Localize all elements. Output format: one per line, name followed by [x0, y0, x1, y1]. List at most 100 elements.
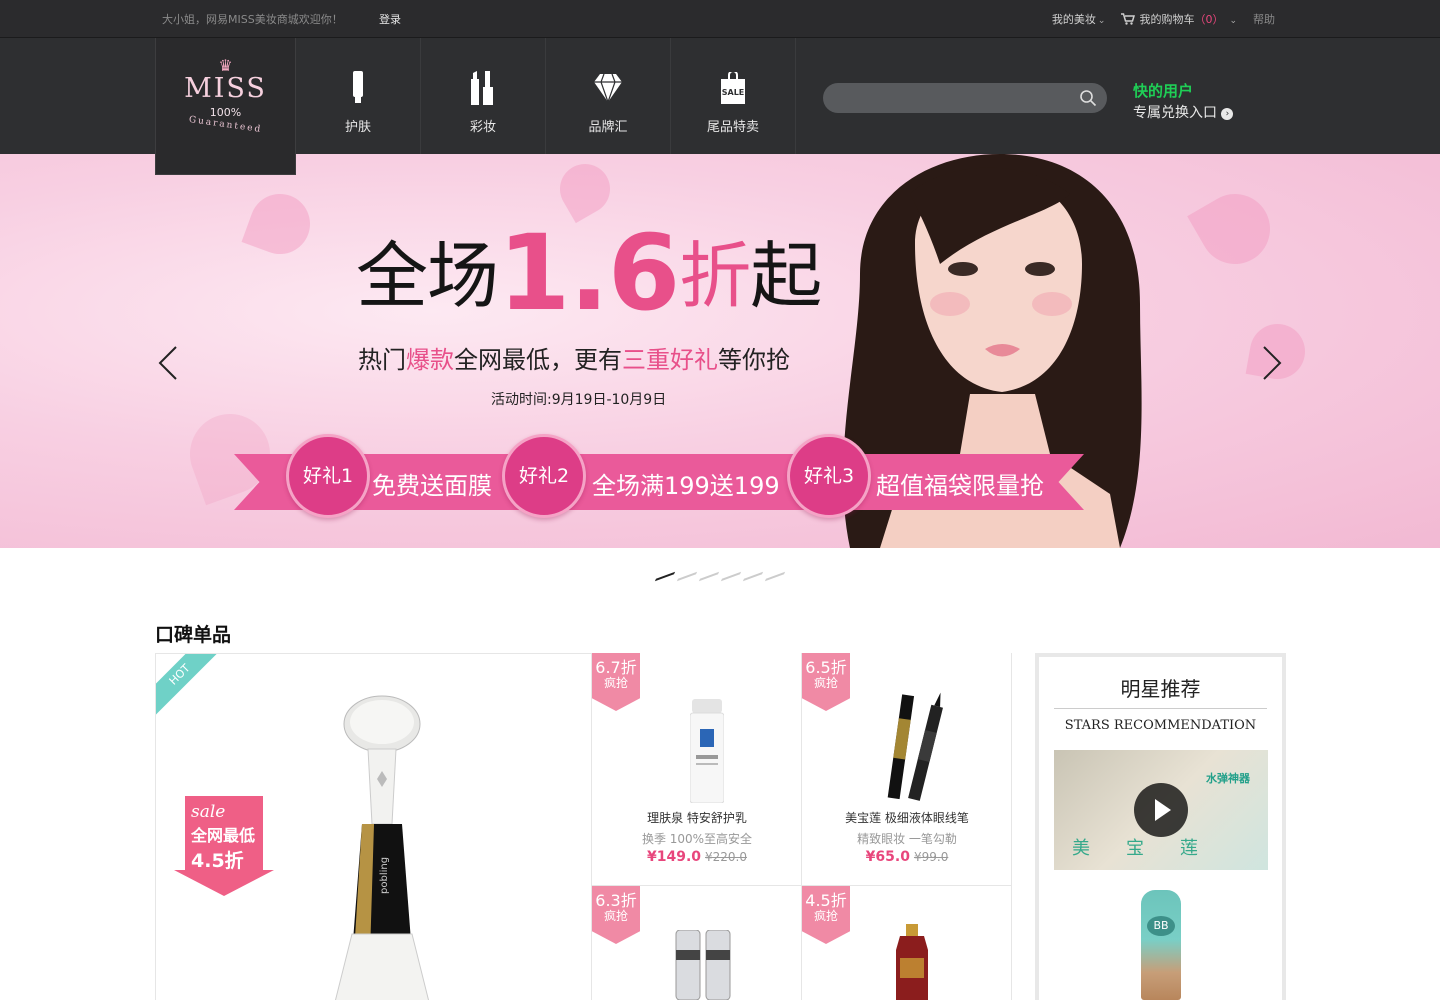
banner-headline: 全场1.6折起 — [356, 212, 822, 334]
video-brand: 美宝莲 — [1072, 838, 1234, 859]
headline-post: 起 — [750, 234, 822, 318]
product-image — [896, 924, 928, 1000]
sale-badge: sale 全网最低 4.5折 — [174, 796, 274, 896]
product-image — [872, 683, 962, 803]
sale-bag-icon: SALE — [671, 70, 795, 106]
gift-badge: 好礼3 — [787, 434, 871, 518]
cart-count: （0） — [1194, 13, 1224, 26]
nav-item-outlet[interactable]: SALE 尾品特卖 — [671, 38, 796, 154]
product-price: ¥149.0 ¥220.0 — [592, 849, 802, 865]
product-desc: 换季 100%至高安全 — [641, 832, 753, 846]
stars-title-en: STARS RECOMMENDATION — [1064, 718, 1257, 733]
price-now: ¥149.0 — [646, 849, 702, 865]
slide-dot[interactable] — [720, 571, 742, 581]
sub-part: 热门 — [358, 346, 406, 374]
discount-value: 6.5折 — [805, 658, 847, 677]
stars-title-cn: 明星推荐 — [1120, 677, 1201, 701]
help-link[interactable]: 帮助 — [1253, 11, 1275, 27]
nav-label: 尾品特卖 — [706, 120, 759, 135]
login-link[interactable]: 登录 — [379, 11, 401, 27]
nav-item-skincare[interactable]: 护肤 — [296, 38, 421, 154]
banner-next-arrow[interactable] — [1262, 344, 1282, 390]
sale-line2: 4.5折 — [191, 850, 244, 872]
gift-text: 全场满199送199 — [592, 472, 780, 500]
discount-tag: 6.7折 疯抢 — [592, 653, 640, 711]
product-card[interactable]: 6.7折 疯抢 理肤泉 特安舒护乳 换季 100%至高安全 ¥149.0 ¥220.… — [592, 653, 802, 886]
section-title: 口碑单品 — [155, 624, 232, 646]
sale-line1: 全网最低 — [191, 826, 256, 845]
diamond-icon — [546, 70, 670, 106]
discount-label: 疯抢 — [813, 676, 838, 690]
discount-label: 疯抢 — [813, 909, 838, 923]
product-card[interactable]: 4.5折 疯抢 — [802, 886, 1012, 1000]
product-card[interactable]: 6.3折 疯抢 — [592, 886, 802, 1000]
product-name: 理肤泉 特安舒护乳 — [647, 811, 747, 825]
chevron-down-icon: ⌄ — [1097, 16, 1106, 26]
nav-item-makeup[interactable]: 彩妆 — [421, 38, 546, 154]
bottle-icon — [296, 70, 420, 106]
svg-text:pobling: pobling — [379, 857, 390, 894]
price-old: ¥220.0 — [705, 850, 748, 864]
slide-dot[interactable] — [764, 571, 786, 581]
cart-link[interactable]: 我的购物车（0） ⌄ — [1121, 11, 1237, 27]
nav-label: 彩妆 — [469, 120, 496, 135]
product-image — [662, 683, 752, 803]
header: ♛ MISS 100% Guaranteed 护肤 彩妆 品牌汇 SALE 尾品… — [0, 38, 1440, 175]
my-beauty-label: 我的美妆 — [1051, 13, 1096, 26]
nav-label: 护肤 — [344, 120, 371, 135]
headline-pre: 全场 — [356, 234, 499, 318]
play-icon[interactable] — [1134, 783, 1188, 837]
divider — [1054, 708, 1267, 709]
gift-ribbon: 好礼1 免费送面膜 好礼2 全场满199送199 好礼3 超值福袋限量抢 — [234, 434, 1084, 518]
my-beauty-menu[interactable]: 我的美妆 ⌄ — [1052, 11, 1106, 27]
featured-product[interactable]: HOT sale 全网最低 4.5折 pobling — [155, 653, 592, 1000]
kuaidi-promo-link[interactable]: 快的用户 专属兑换入口 › — [1133, 80, 1234, 122]
petal-decoration — [241, 185, 319, 263]
gift-text: 超值福袋限量抢 — [876, 472, 1044, 500]
chevron-right-icon: › — [1221, 108, 1234, 120]
bb-cream-image[interactable]: BB — [1141, 890, 1181, 1000]
gift-badge: 好礼1 — [286, 434, 370, 518]
product-grid: HOT sale 全网最低 4.5折 pobling 6.7折 疯抢 理肤泉 特… — [155, 653, 1286, 1000]
slide-dot[interactable] — [698, 571, 720, 581]
logo-name: MISS — [184, 73, 267, 104]
product-desc: 精致眼妆 一笔勾勒 — [857, 832, 957, 846]
gift-text: 免费送面膜 — [372, 472, 492, 500]
headline-mid: 折 — [679, 234, 751, 318]
discount-value: 6.3折 — [595, 891, 637, 910]
bb-label: BB — [1147, 916, 1175, 936]
slide-dot[interactable] — [676, 571, 698, 581]
gift-badge: 好礼2 — [502, 434, 586, 518]
top-right-links: 我的美妆 ⌄ 我的购物车（0） ⌄ 帮助 — [1052, 11, 1275, 27]
promo-subtitle: 专属兑换入口 — [1133, 105, 1217, 121]
banner-prev-arrow[interactable] — [158, 344, 178, 390]
nav-item-brands[interactable]: 品牌汇 — [546, 38, 671, 154]
video-thumbnail[interactable]: 水弹神器 美宝莲 — [1054, 750, 1268, 870]
top-bar: 大小姐，网易MISS美妆商城欢迎你！ 登录 我的美妆 ⌄ 我的购物车（0） ⌄ 帮助 — [0, 0, 1440, 38]
site-logo[interactable]: ♛ MISS 100% Guaranteed — [155, 38, 296, 175]
welcome-text: 大小姐，网易MISS美妆商城欢迎你！ — [162, 13, 343, 26]
discount-tag: 6.5折 疯抢 — [802, 653, 850, 711]
search-icon[interactable] — [1079, 89, 1097, 111]
svg-text:SALE: SALE — [722, 88, 745, 97]
price-now: ¥65.0 — [865, 849, 910, 865]
product-image — [675, 930, 731, 1000]
slide-indicators — [0, 548, 1440, 604]
product-price: ¥65.0 ¥99.0 — [802, 849, 1012, 865]
hero-banner[interactable]: 全场1.6折起 热门爆款全网最低，更有三重好礼等你抢 活动时间:9月19日-10… — [0, 154, 1440, 548]
discount-tag: 4.5折 疯抢 — [802, 886, 850, 944]
discount-tag: 6.3折 疯抢 — [592, 886, 640, 944]
product-card[interactable]: 6.5折 疯抢 美宝莲 极细液体眼线笔 精致眼妆 一笔勾勒 ¥65.0 ¥99.0 — [802, 653, 1012, 886]
cleansing-brush-image: pobling — [334, 695, 430, 1000]
slide-dot[interactable] — [654, 571, 676, 581]
sub-part: 爆款 — [406, 346, 454, 374]
discount-value: 4.5折 — [805, 891, 847, 910]
sub-part: 等你抢 — [718, 346, 790, 374]
banner-time: 活动时间:9月19日-10月9日 — [491, 392, 667, 408]
stars-recommendation-panel: 明星推荐 STARS RECOMMENDATION 水弹神器 美宝莲 BB — [1035, 653, 1286, 1000]
petal-decoration — [1187, 181, 1283, 277]
slide-dot[interactable] — [742, 571, 764, 581]
search-input[interactable] — [823, 83, 1063, 113]
hot-badge: HOT — [156, 654, 224, 719]
cart-label: 我的购物车 — [1139, 13, 1195, 26]
